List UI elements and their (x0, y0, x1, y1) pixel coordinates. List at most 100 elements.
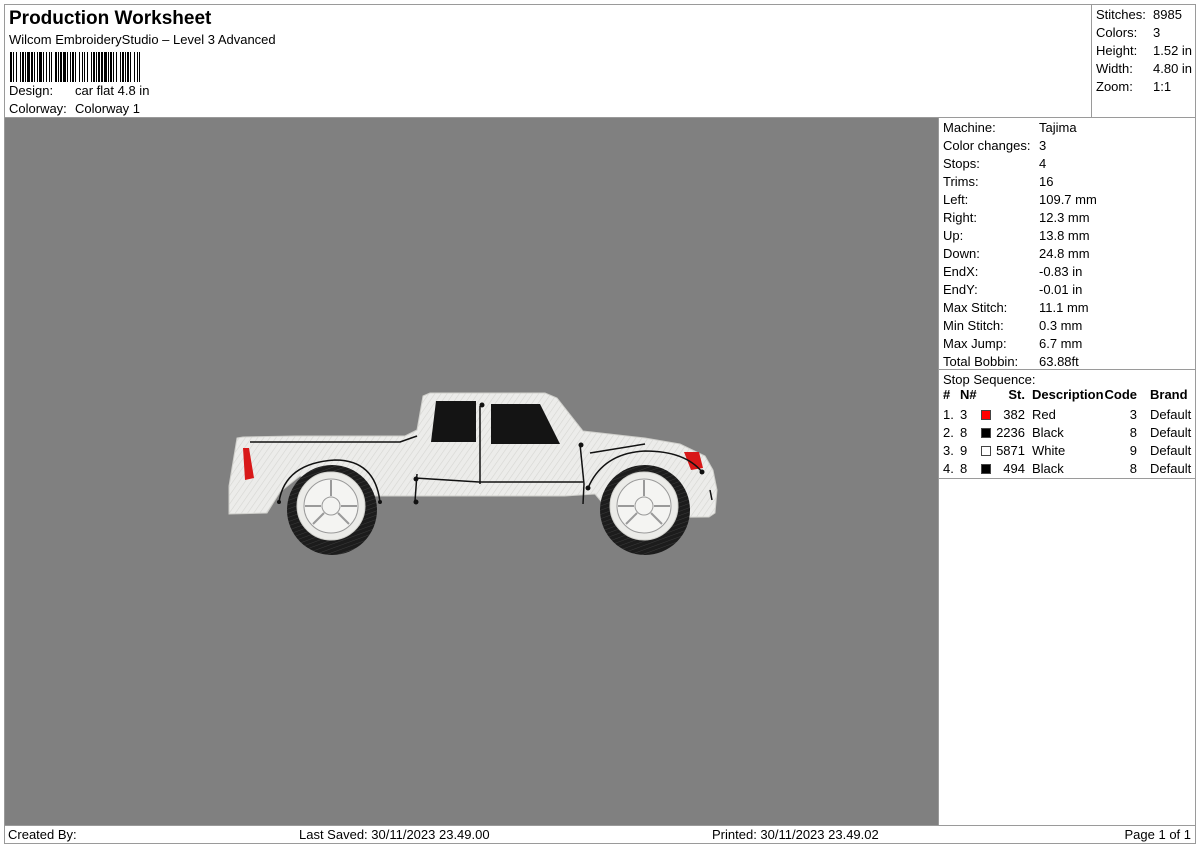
last-saved: Last Saved: 30/11/2023 23.49.00 (299, 827, 490, 842)
stop-row: 3. 9 5871 White 9 Default (939, 443, 1195, 461)
stat-label: Colors: (1096, 25, 1138, 40)
color-swatch (981, 428, 991, 438)
info-label: Max Stitch: (943, 300, 1008, 315)
info-label: EndY: (943, 282, 978, 297)
info-row: Color changes: 3 (943, 138, 1193, 156)
divider (939, 478, 1195, 479)
stop-sequence-header: # N# St. Description Code Brand (939, 387, 1195, 405)
info-row: Max Stitch: 11.1 mm (943, 300, 1193, 318)
stat-label: Stitches: (1096, 7, 1146, 22)
stat-value: 4.80 in (1153, 61, 1193, 76)
info-value: 11.1 mm (1039, 300, 1089, 315)
info-value: Tajima (1039, 120, 1077, 135)
stitch-count: 2236 (996, 425, 1025, 440)
thread-brand: Default (1150, 425, 1192, 440)
stat-value: 1.52 in (1153, 43, 1193, 58)
stop-sequence-label: Stop Sequence: (943, 372, 1036, 387)
design-row: Design: car flat 4.8 in (9, 83, 149, 98)
info-label: Total Bobbin: (943, 354, 1019, 369)
col-description: Description (1032, 387, 1104, 402)
rear-wheel (287, 465, 377, 555)
barcode (10, 52, 140, 82)
info-value: 24.8 mm (1039, 246, 1090, 261)
design-value: car flat 4.8 in (75, 83, 150, 98)
info-row: EndY: -0.01 in (943, 282, 1193, 300)
color-description: White (1032, 443, 1066, 458)
color-description: Black (1032, 425, 1064, 440)
needle-number: 8 (960, 425, 968, 440)
stat-value: 3 (1153, 25, 1161, 40)
info-value: 63.88ft (1039, 354, 1079, 369)
stop-index: 2. (943, 425, 954, 440)
info-row: Up: 13.8 mm (943, 228, 1193, 246)
info-value: 3 (1039, 138, 1047, 153)
info-row: Min Stitch: 0.3 mm (943, 318, 1193, 336)
color-code: 8 (1129, 425, 1137, 440)
info-value: 6.7 mm (1039, 336, 1083, 351)
front-wheel (600, 465, 690, 555)
stop-index: 3. (943, 443, 954, 458)
info-row: Machine: Tajima (943, 120, 1193, 138)
colorway-value: Colorway 1 (75, 101, 141, 116)
rear-window (431, 401, 476, 442)
stop-index: 4. (943, 461, 954, 476)
color-code: 9 (1129, 443, 1137, 458)
info-label: Down: (943, 246, 980, 261)
divider (939, 369, 1195, 370)
color-swatch (981, 446, 991, 456)
stat-row: Colors: 3 (1096, 25, 1196, 43)
col-code: Code (1104, 387, 1138, 402)
design-canvas (4, 117, 939, 826)
info-label: Color changes: (943, 138, 1031, 153)
thread-brand: Default (1150, 461, 1192, 476)
info-value: -0.01 in (1039, 282, 1083, 297)
stat-label: Height: (1096, 43, 1138, 58)
stat-value: 1:1 (1153, 79, 1172, 94)
worksheet-footer: Created By: Last Saved: 30/11/2023 23.49… (4, 825, 1196, 844)
stitch-count: 5871 (996, 443, 1025, 458)
info-label: Max Jump: (943, 336, 1007, 351)
info-label: Machine: (943, 120, 996, 135)
info-row: Stops: 4 (943, 156, 1193, 174)
color-swatch (981, 464, 991, 474)
stitch-count: 494 (1003, 461, 1025, 476)
colorway-row: Colorway: Colorway 1 (9, 101, 140, 116)
stop-index: 1. (943, 407, 954, 422)
design-stats: Stitches: 8985 Colors: 3 Height: 1.52 in Wi… (1091, 4, 1196, 118)
info-value: 109.7 mm (1039, 192, 1097, 207)
stat-label: Zoom: (1096, 79, 1133, 94)
thread-brand: Default (1150, 407, 1192, 422)
needle-number: 9 (960, 443, 968, 458)
col-num: # (943, 387, 951, 402)
worksheet-title: Production Worksheet (9, 8, 212, 29)
info-value: -0.83 in (1039, 264, 1083, 279)
col-needle: N# (960, 387, 977, 402)
stat-row: Height: 1.52 in (1096, 43, 1196, 61)
col-stitches: St. (1008, 387, 1025, 402)
stitch-count: 382 (1003, 407, 1025, 422)
stat-row: Stitches: 8985 (1096, 7, 1196, 25)
stat-label: Width: (1096, 61, 1133, 76)
machine-info-panel: Machine: Tajima Color changes: 3 Stops: 4 Trim… (938, 117, 1196, 826)
color-description: Red (1032, 407, 1056, 422)
colorway-label: Colorway: (9, 101, 67, 116)
created-by: Created By: (8, 827, 77, 842)
design-label: Design: (9, 83, 54, 98)
info-label: Left: (943, 192, 969, 207)
stop-row: 4. 8 494 Black 8 Default (939, 461, 1195, 479)
stop-row: 2. 8 2236 Black 8 Default (939, 425, 1195, 443)
stat-value: 8985 (1153, 7, 1182, 22)
info-row: EndX: -0.83 in (943, 264, 1193, 282)
color-code: 8 (1129, 461, 1137, 476)
info-row: Max Jump: 6.7 mm (943, 336, 1193, 354)
worksheet-header: Production Worksheet Wilcom EmbroiderySt… (4, 4, 1092, 118)
info-label: Right: (943, 210, 977, 225)
info-value: 12.3 mm (1039, 210, 1090, 225)
stat-row: Zoom: 1:1 (1096, 79, 1196, 97)
thread-brand: Default (1150, 443, 1192, 458)
color-swatch (981, 410, 991, 420)
col-brand: Brand (1150, 387, 1188, 402)
printed-date: Printed: 30/11/2023 23.49.02 (712, 827, 879, 842)
info-row: Down: 24.8 mm (943, 246, 1193, 264)
info-label: EndX: (943, 264, 979, 279)
